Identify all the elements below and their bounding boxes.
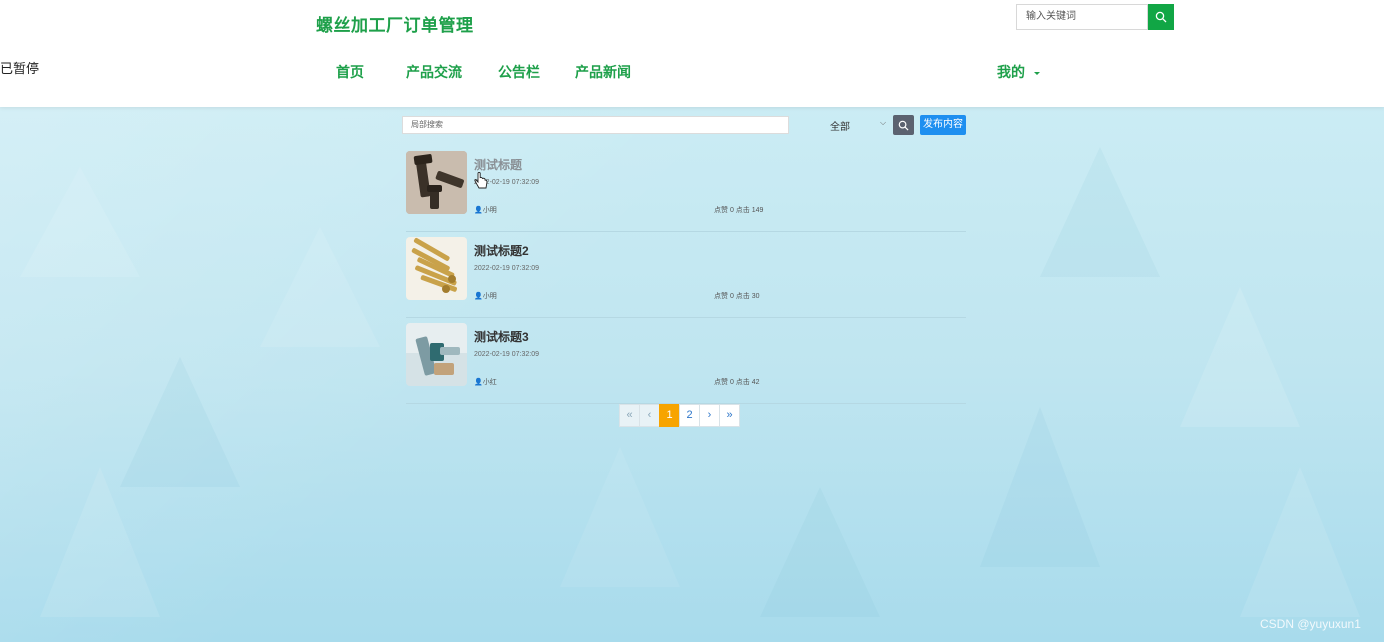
page-prev[interactable]: ‹ [639, 404, 660, 427]
list-item[interactable]: 测试标题 2022-02-19 07:32:09 👤小明 点赞 0 点击 149 [406, 151, 966, 232]
list-item[interactable]: 测试标题2 2022-02-19 07:32:09 👤小明 点赞 0 点击 30 [406, 237, 966, 318]
post-date: 2022-02-19 07:32:09 [474, 265, 539, 272]
post-title[interactable]: 测试标题3 [474, 328, 529, 345]
user-icon: 👤 [474, 379, 483, 386]
list-item[interactable]: 测试标题3 2022-02-19 07:32:09 👤小红 点赞 0 点击 42 [406, 323, 966, 404]
page-first[interactable]: « [619, 404, 640, 427]
site-title[interactable]: 螺丝加工厂订单管理 [316, 11, 474, 36]
page-next[interactable]: › [699, 404, 720, 427]
user-icon: 👤 [474, 293, 483, 300]
post-stats: 点赞 0 点击 42 [714, 379, 760, 386]
post-author: 👤小红 [474, 377, 497, 387]
post-stats: 点赞 0 点击 30 [714, 293, 760, 300]
nav-product-exchange[interactable]: 产品交流 [406, 62, 462, 82]
nav-bulletin[interactable]: 公告栏 [498, 62, 540, 82]
top-header: 螺丝加工厂订单管理 已暂停 输入关键词 首页 产品交流 公告栏 产品新闻 我的 [0, 0, 1384, 107]
nav-product-news[interactable]: 产品新闻 [575, 62, 631, 82]
page-2[interactable]: 2 [679, 404, 700, 427]
post-title[interactable]: 测试标题2 [474, 242, 529, 259]
post-author: 👤小明 [474, 291, 497, 301]
caret-down-icon [1034, 71, 1040, 75]
user-icon: 👤 [474, 207, 483, 214]
local-search-input[interactable]: 局部搜索 [402, 116, 789, 134]
post-thumbnail[interactable] [406, 151, 467, 214]
chevron-down-icon: ⌵ [880, 118, 887, 127]
watermark: CSDN @yuyuxun1 [1260, 617, 1361, 631]
pagination: « ‹ 1 2 › » [619, 404, 740, 428]
post-author-name: 小红 [482, 379, 497, 386]
post-title[interactable]: 测试标题 [474, 156, 522, 173]
nav-mine-label: 我的 [997, 64, 1025, 80]
nav-mine-dropdown[interactable]: 我的 [997, 62, 1040, 82]
publish-button[interactable]: 发布内容 [920, 115, 966, 135]
post-author: 👤小明 [474, 205, 497, 215]
page-1[interactable]: 1 [659, 404, 680, 427]
hand-cursor-icon [474, 172, 488, 189]
search-icon [1155, 11, 1167, 23]
post-date: 2022-02-19 07:32:09 [474, 351, 539, 358]
post-author-name: 小明 [482, 207, 497, 214]
page-last[interactable]: » [719, 404, 740, 427]
nav-home[interactable]: 首页 [336, 62, 364, 82]
paused-label: 已暂停 [0, 61, 40, 76]
post-thumbnail[interactable] [406, 237, 467, 300]
post-author-name: 小明 [482, 293, 497, 300]
local-search-button[interactable] [893, 115, 914, 135]
post-stats: 点赞 0 点击 149 [714, 207, 764, 214]
keyword-search-input[interactable]: 输入关键词 [1016, 4, 1148, 30]
category-select[interactable]: 全部 [830, 118, 850, 133]
post-thumbnail[interactable] [406, 323, 467, 386]
keyword-search-button[interactable] [1148, 4, 1174, 30]
search-icon [898, 120, 909, 131]
